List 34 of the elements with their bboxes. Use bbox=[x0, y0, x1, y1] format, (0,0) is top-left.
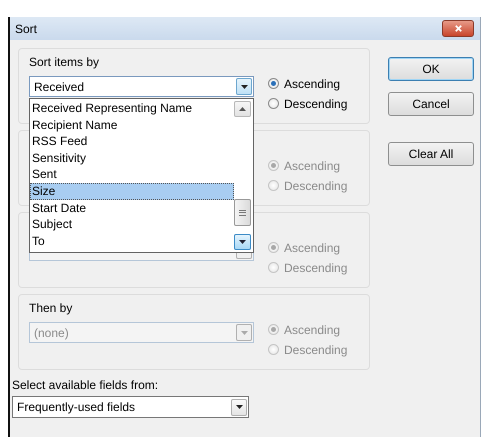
up-arrow-icon bbox=[239, 107, 246, 111]
dropdown-button[interactable] bbox=[236, 78, 252, 95]
fields-dropdown[interactable]: Frequently-used fields bbox=[12, 396, 249, 418]
scroll-down-button[interactable] bbox=[234, 234, 251, 250]
dialog-button[interactable]: OK bbox=[388, 57, 474, 81]
radio-option[interactable]: Ascending bbox=[268, 76, 348, 91]
caret-icon bbox=[240, 330, 248, 334]
close-icon bbox=[454, 24, 462, 33]
sort-field-dropdown[interactable]: Received bbox=[29, 76, 254, 97]
radio-option[interactable]: Descending bbox=[268, 96, 348, 111]
caret-icon bbox=[240, 84, 248, 88]
caret-icon bbox=[236, 405, 242, 409]
scroll-up-button[interactable] bbox=[234, 101, 251, 117]
close-button[interactable] bbox=[442, 20, 474, 37]
down-arrow-icon bbox=[239, 240, 246, 244]
list-item[interactable]: Start Date bbox=[30, 200, 234, 216]
list-item[interactable]: Size bbox=[30, 182, 234, 200]
group-label: Sort items by bbox=[29, 55, 100, 69]
list-item[interactable]: Recipient Name bbox=[30, 116, 234, 134]
list-item[interactable]: Received Representing Name bbox=[30, 100, 234, 117]
dropdown-button[interactable] bbox=[231, 398, 247, 416]
list-item[interactable]: Subject bbox=[30, 216, 234, 233]
radio-button[interactable] bbox=[268, 78, 279, 89]
list-item[interactable]: Sensitivity bbox=[30, 150, 234, 166]
list-item[interactable]: To bbox=[30, 232, 234, 250]
radio-button[interactable] bbox=[268, 98, 279, 109]
list-item[interactable]: RSS Feed bbox=[30, 133, 234, 150]
window-title: Sort bbox=[15, 22, 38, 36]
fields-label: Select available fields from: bbox=[12, 378, 160, 392]
dialog-button[interactable]: Cancel bbox=[388, 92, 474, 116]
scrollbar-thumb[interactable] bbox=[234, 199, 251, 226]
dialog-button[interactable]: Clear All bbox=[388, 142, 474, 166]
group-label: Then by bbox=[29, 301, 74, 315]
list-item[interactable]: Sent bbox=[30, 166, 234, 183]
